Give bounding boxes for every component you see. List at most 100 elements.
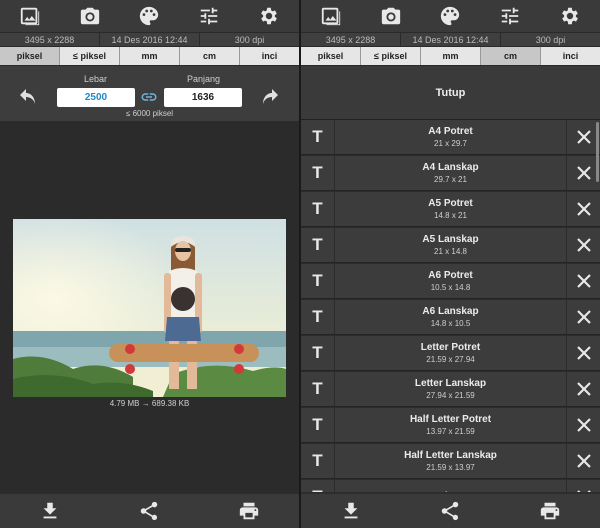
print-icon[interactable] (539, 500, 561, 522)
image-info-bar: 3495 x 2288 14 Des 2016 12:44 300 dpi (0, 32, 299, 46)
delete-preset-icon[interactable] (566, 336, 600, 370)
preset-screen: 3495 x 2288 14 Des 2016 12:44 300 dpi pi… (301, 0, 600, 528)
tab-max-piksel[interactable]: ≤ piksel (60, 47, 120, 65)
preset-row[interactable]: T Letter Potret 21.59 x 27.94 (301, 336, 600, 371)
gear-icon[interactable] (557, 3, 583, 29)
tab-max-piksel[interactable]: ≤ piksel (361, 47, 421, 65)
delete-preset-icon[interactable] (566, 156, 600, 190)
text-preset-icon[interactable]: T (301, 228, 335, 262)
preset-info[interactable]: Letter Potret 21.59 x 27.94 (335, 336, 566, 370)
bottom-toolbar (0, 494, 299, 528)
preset-row[interactable]: T A6 Lanskap 14.8 x 10.5 (301, 300, 600, 335)
text-preset-icon[interactable]: T (301, 372, 335, 406)
palette-icon[interactable] (437, 3, 463, 29)
delete-preset-icon[interactable] (566, 120, 600, 154)
preset-size: 21 x 14.8 (434, 247, 467, 256)
text-preset-icon[interactable]: T (301, 444, 335, 478)
delete-preset-icon[interactable] (566, 480, 600, 492)
delete-preset-icon[interactable] (566, 192, 600, 226)
preset-row[interactable]: T A4 Potret 21 x 29.7 (301, 120, 600, 155)
preset-size: 21.59 x 13.97 (426, 463, 475, 472)
height-input[interactable]: 1636 (164, 88, 242, 107)
print-icon[interactable] (238, 500, 260, 522)
preset-row[interactable]: T Legal Potret (301, 480, 600, 492)
delete-preset-icon[interactable] (566, 264, 600, 298)
gear-icon[interactable] (256, 3, 282, 29)
preset-info[interactable]: A4 Lanskap 29.7 x 21 (335, 156, 566, 190)
preset-size: 13.97 x 21.59 (426, 427, 475, 436)
camera-icon[interactable] (378, 3, 404, 29)
preset-row[interactable]: T A4 Lanskap 29.7 x 21 (301, 156, 600, 191)
tab-cm[interactable]: cm (481, 47, 541, 65)
tab-mm[interactable]: mm (421, 47, 481, 65)
link-icon[interactable] (140, 90, 158, 104)
preset-size: 29.7 x 21 (434, 175, 467, 184)
preset-list[interactable]: T Legal Potret T Half Letter Lanskap 21.59 x… (301, 120, 600, 492)
camera-icon[interactable] (77, 3, 103, 29)
dpi-text: 300 dpi (234, 34, 265, 45)
preset-info[interactable]: A6 Lanskap 14.8 x 10.5 (335, 300, 566, 334)
preset-name: A6 Potret (428, 270, 473, 281)
gallery-icon[interactable] (318, 3, 344, 29)
unit-tabs: piksel ≤ piksel mm cm inci (0, 46, 299, 66)
preset-row[interactable]: T A5 Potret 14.8 x 21 (301, 192, 600, 227)
preset-info[interactable]: Half Letter Potret 13.97 x 21.59 (335, 408, 566, 442)
download-icon[interactable] (39, 500, 61, 522)
delete-preset-icon[interactable] (566, 372, 600, 406)
download-icon[interactable] (340, 500, 362, 522)
preset-info[interactable]: Half Letter Lanskap 21.59 x 13.97 (335, 444, 566, 478)
delete-preset-icon[interactable] (566, 300, 600, 334)
preset-row[interactable]: T A6 Potret 10.5 x 14.8 (301, 264, 600, 299)
redo-icon[interactable] (258, 85, 282, 109)
height-label: Panjang (187, 74, 221, 84)
bottom-toolbar (301, 494, 600, 528)
unit-tabs: piksel ≤ piksel mm cm inci (301, 46, 600, 66)
delete-preset-icon[interactable] (566, 444, 600, 478)
preset-name: A4 Potret (428, 126, 473, 137)
preset-info[interactable]: Letter Lanskap 27.94 x 21.59 (335, 372, 566, 406)
text-preset-icon[interactable]: T (301, 264, 335, 298)
undo-icon[interactable] (16, 85, 40, 109)
tab-inci[interactable]: inci (541, 47, 600, 65)
delete-preset-icon[interactable] (566, 228, 600, 262)
preset-row[interactable]: T Letter Lanskap 27.94 x 21.59 (301, 372, 600, 407)
preset-info[interactable]: A5 Potret 14.8 x 21 (335, 192, 566, 226)
preset-info[interactable]: A5 Lanskap 21 x 14.8 (335, 228, 566, 262)
palette-icon[interactable] (136, 3, 162, 29)
preset-row[interactable]: T Half Letter Lanskap 21.59 x 13.97 (301, 444, 600, 479)
text-preset-icon[interactable]: T (301, 120, 335, 154)
text-preset-icon[interactable]: T (301, 336, 335, 370)
text-preset-icon[interactable]: T (301, 480, 335, 492)
tab-mm[interactable]: mm (120, 47, 180, 65)
preset-info[interactable]: A4 Potret 21 x 29.7 (335, 120, 566, 154)
file-size-note: 4.79 MB → 689.38 KB (109, 399, 190, 408)
text-preset-icon[interactable]: T (301, 300, 335, 334)
tab-piksel[interactable]: piksel (0, 47, 60, 65)
preset-name: Half Letter Lanskap (404, 450, 497, 461)
preview-image[interactable] (13, 219, 286, 397)
text-preset-icon[interactable]: T (301, 192, 335, 226)
gallery-icon[interactable] (17, 3, 43, 29)
tab-cm[interactable]: cm (180, 47, 240, 65)
width-input[interactable]: 2500 (57, 88, 135, 107)
preset-name: Legal Potret (422, 491, 480, 493)
preset-info[interactable]: Legal Potret (335, 480, 566, 493)
share-icon[interactable] (138, 500, 160, 522)
share-icon[interactable] (439, 500, 461, 522)
sliders-icon[interactable] (497, 3, 523, 29)
text-preset-icon[interactable]: T (301, 156, 335, 190)
top-toolbar (0, 0, 299, 32)
close-button[interactable]: Tutup (301, 66, 600, 120)
tab-piksel[interactable]: piksel (301, 47, 361, 65)
scrollbar-thumb[interactable] (596, 122, 599, 182)
dpi-text: 300 dpi (535, 34, 566, 45)
delete-preset-icon[interactable] (566, 408, 600, 442)
preset-size: 14.8 x 10.5 (430, 319, 471, 328)
sliders-icon[interactable] (196, 3, 222, 29)
tab-inci[interactable]: inci (240, 47, 299, 65)
preset-row[interactable]: T Half Letter Potret 13.97 x 21.59 (301, 408, 600, 443)
preset-row[interactable]: T A5 Lanskap 21 x 14.8 (301, 228, 600, 263)
text-preset-icon[interactable]: T (301, 408, 335, 442)
preset-name: A6 Lanskap (422, 306, 479, 317)
preset-info[interactable]: A6 Potret 10.5 x 14.8 (335, 264, 566, 298)
